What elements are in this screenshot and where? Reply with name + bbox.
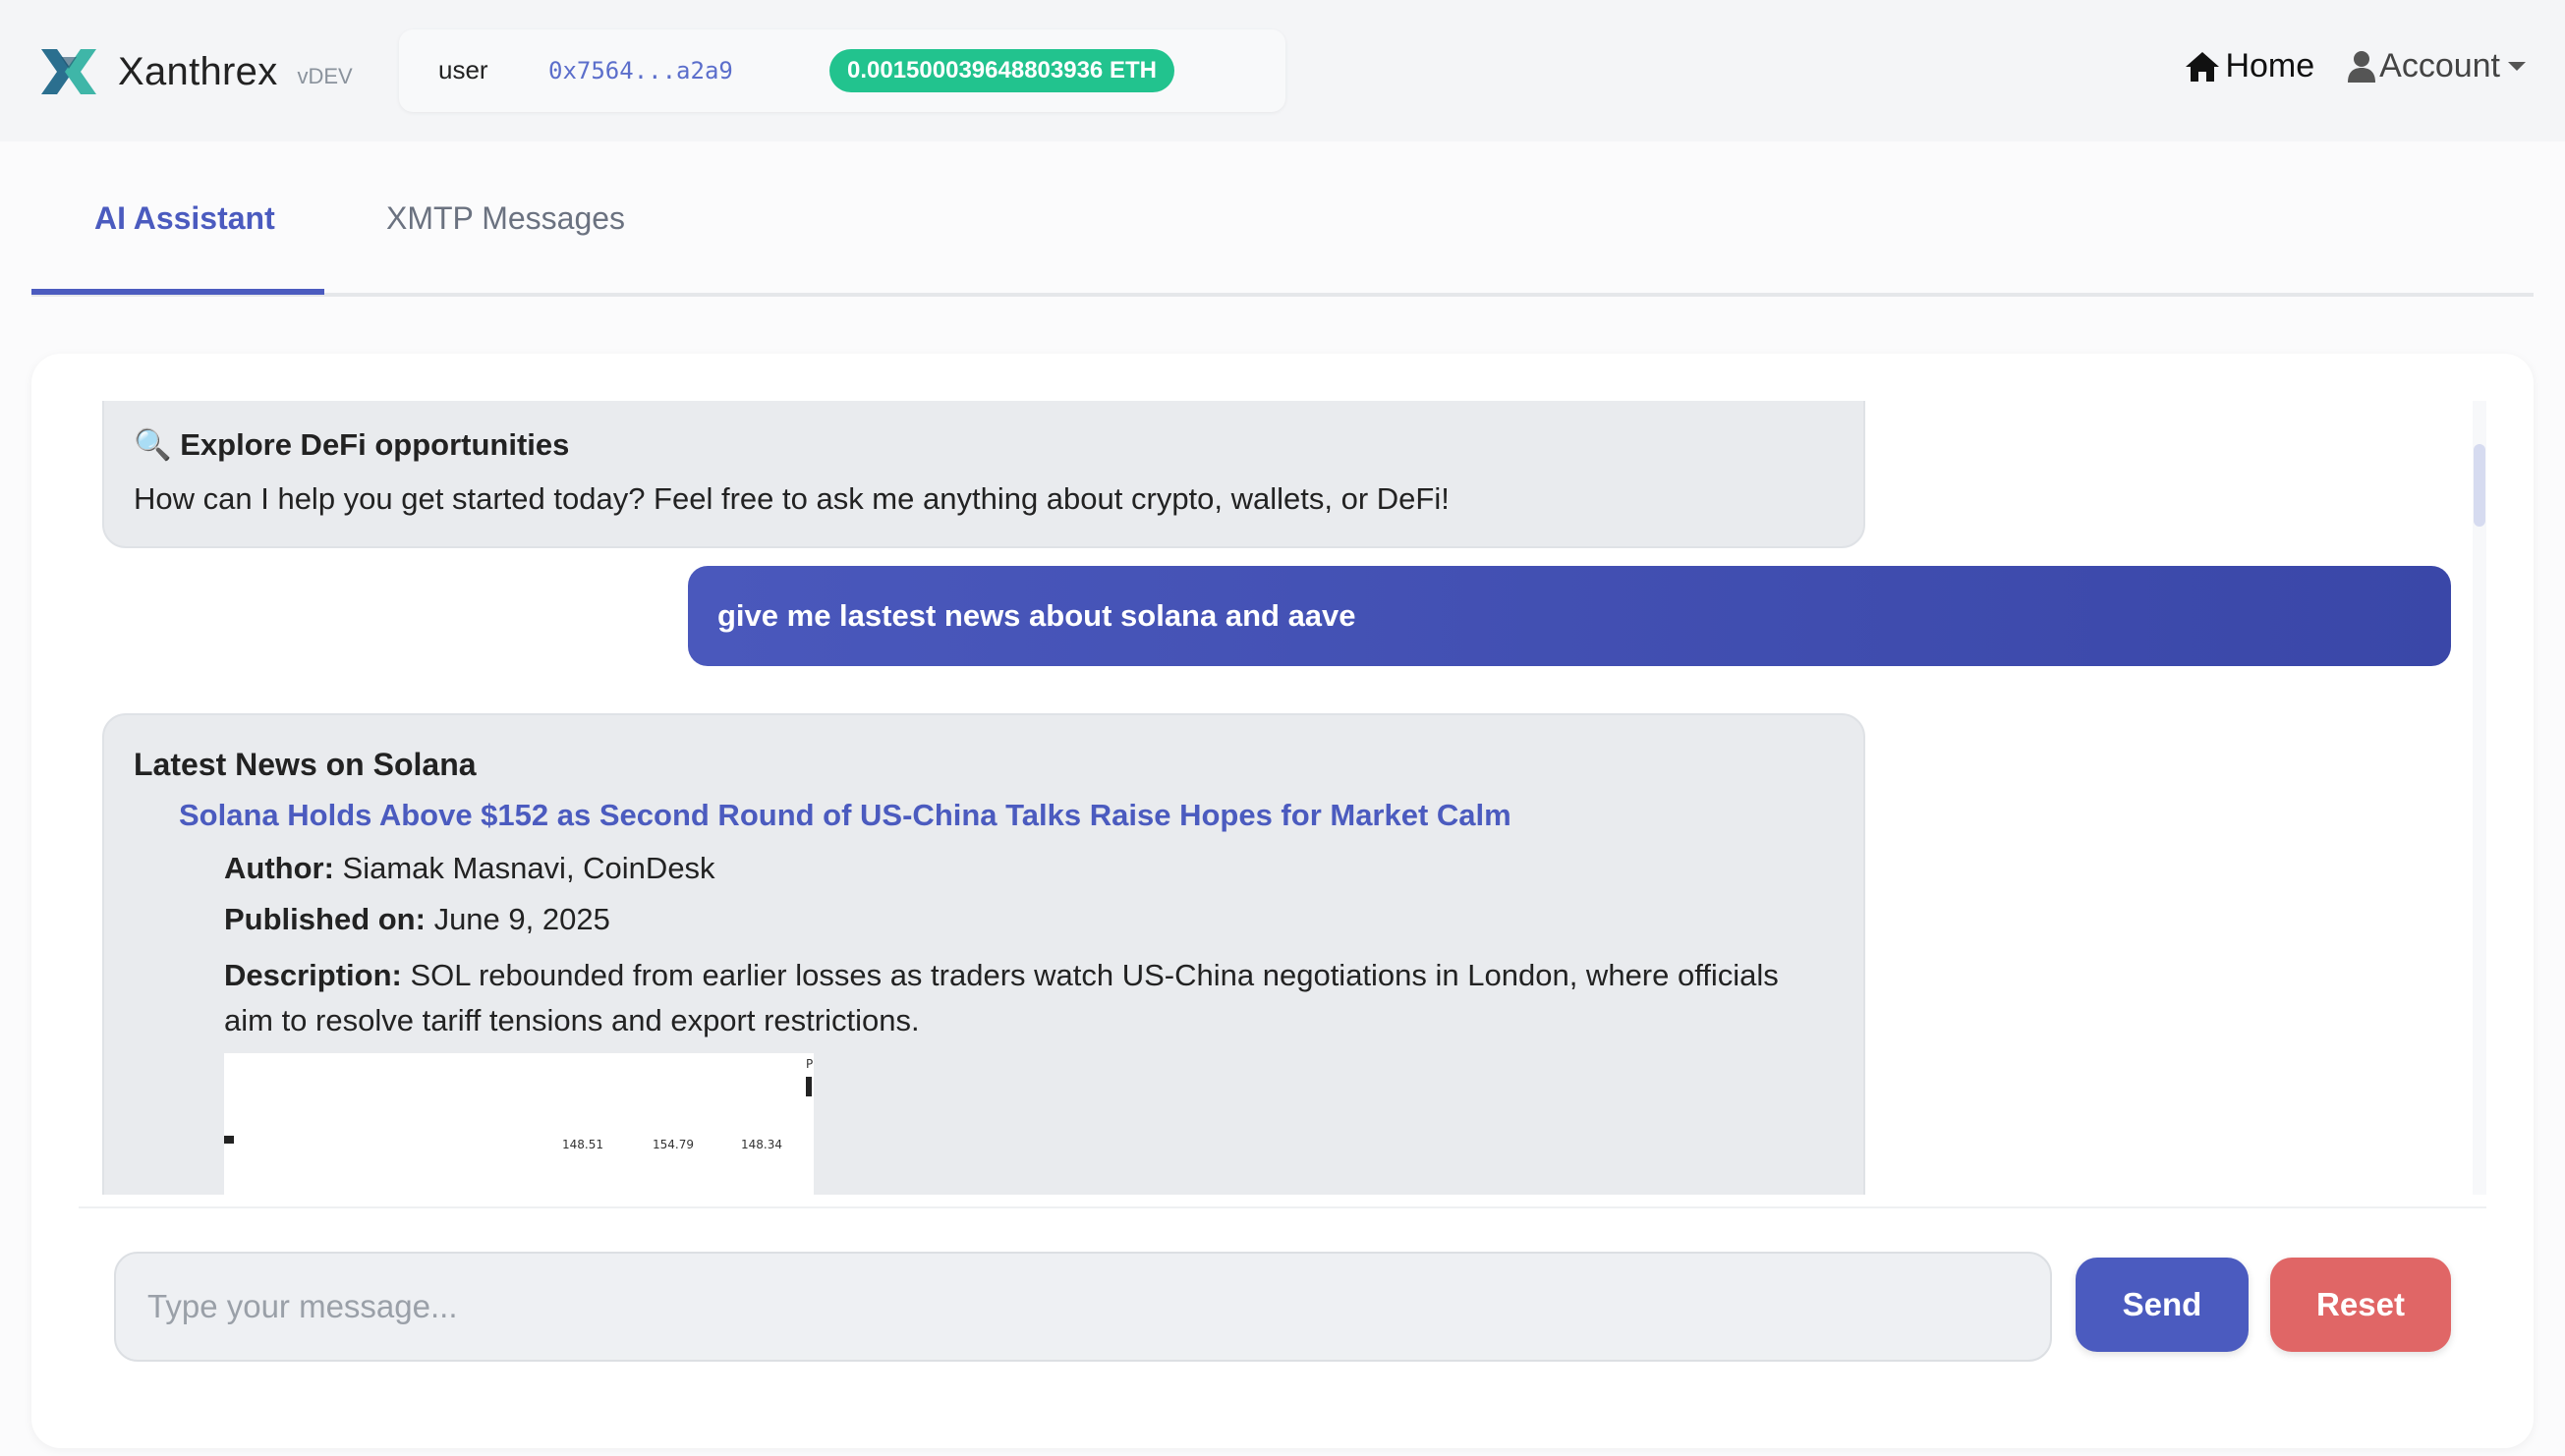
- brand-name: Xanthrex: [118, 50, 278, 93]
- news-description: Description: SOL rebounded from earlier …: [224, 953, 1816, 1043]
- tab-ai-assistant[interactable]: AI Assistant: [94, 200, 275, 237]
- tab-bar: AI Assistant XMTP Messages: [31, 141, 2534, 297]
- input-divider: [79, 1206, 2486, 1208]
- home-label: Home: [2225, 47, 2315, 84]
- news-author: Author: Siamak Masnavi, CoinDesk: [224, 851, 715, 886]
- author-value: Siamak Masnavi, CoinDesk: [342, 851, 715, 885]
- wallet-user-label: user: [438, 55, 488, 84]
- assistant-news-message: Latest News on Solana Solana Holds Above…: [102, 713, 1865, 1195]
- news-article-link[interactable]: Solana Holds Above $152 as Second Round …: [179, 798, 1511, 833]
- message-title: 🔍 Explore DeFi opportunities: [134, 426, 569, 463]
- image-tick-label: 154.79: [653, 1138, 694, 1151]
- image-tick-label: 148.51: [562, 1138, 603, 1151]
- news-heading: Latest News on Solana: [134, 747, 477, 782]
- message-input[interactable]: [114, 1252, 2052, 1362]
- message-text: How can I help you get started today? Fe…: [134, 481, 1450, 516]
- wallet-info: user 0x7564...a2a9 0.001500039648803936 …: [399, 29, 1285, 112]
- published-label: Published on:: [224, 902, 426, 936]
- description-label: Description:: [224, 958, 402, 992]
- news-article-image[interactable]: P 148.51 154.79 148.34: [224, 1053, 814, 1195]
- chat-message-list[interactable]: 🔍 Explore DeFi opportunities How can I h…: [31, 401, 2508, 1195]
- image-tick-label: 148.34: [741, 1138, 782, 1151]
- x-logo-icon: [41, 49, 96, 94]
- magnifier-icon: 🔍: [134, 427, 172, 462]
- news-published: Published on: June 9, 2025: [224, 902, 610, 937]
- nav-right: Home Account: [2184, 47, 2526, 85]
- wallet-address[interactable]: 0x7564...a2a9: [548, 57, 733, 84]
- account-label: Account: [2379, 47, 2500, 84]
- reset-button[interactable]: Reset: [2270, 1258, 2451, 1352]
- description-value: SOL rebounded from earlier losses as tra…: [224, 958, 1779, 1037]
- active-tab-indicator: [31, 289, 324, 295]
- home-icon: [2186, 51, 2220, 82]
- brand[interactable]: Xanthrex vDEV: [39, 47, 353, 96]
- brand-version: vDEV: [297, 64, 353, 88]
- chat-scrollbar-thumb[interactable]: [2474, 444, 2485, 527]
- image-marker: [224, 1136, 234, 1144]
- image-marker: [806, 1077, 812, 1096]
- chat-card: 🔍 Explore DeFi opportunities How can I h…: [31, 354, 2534, 1448]
- account-dropdown[interactable]: Account: [2348, 47, 2526, 85]
- home-link[interactable]: Home: [2184, 47, 2314, 85]
- user-message: give me lastest news about solana and aa…: [688, 566, 2451, 666]
- tab-xmtp-messages[interactable]: XMTP Messages: [386, 200, 625, 237]
- top-navbar: Xanthrex vDEV user 0x7564...a2a9 0.00150…: [0, 0, 2565, 141]
- image-corner-label: P: [806, 1057, 814, 1071]
- chevron-down-icon: [2508, 62, 2526, 71]
- author-label: Author:: [224, 851, 334, 885]
- user-icon: [2348, 50, 2376, 83]
- wallet-balance-badge: 0.001500039648803936 ETH: [829, 49, 1174, 92]
- send-button[interactable]: Send: [2076, 1258, 2249, 1352]
- published-value: June 9, 2025: [433, 902, 610, 936]
- message-title-text: Explore DeFi opportunities: [180, 427, 570, 462]
- main-panel: AI Assistant XMTP Messages 🔍 Explore DeF…: [0, 141, 2565, 1456]
- assistant-message: 🔍 Explore DeFi opportunities How can I h…: [102, 401, 1865, 548]
